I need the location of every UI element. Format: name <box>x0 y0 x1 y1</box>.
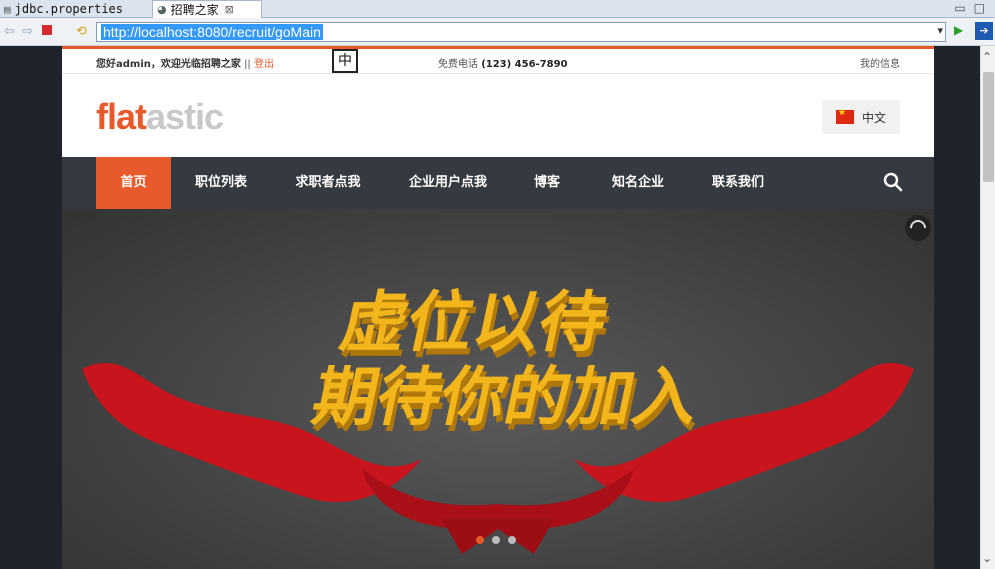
url-bar[interactable]: http://localhost:8080/recruit/goMain ▾ <box>96 22 946 42</box>
web-page: 您好admin，欢迎光临招聘之家 || 登出 中 免费电话 (123) 456-… <box>62 46 934 569</box>
url-text[interactable]: http://localhost:8080/recruit/goMain <box>101 24 323 40</box>
vertical-scrollbar[interactable]: ⌃ ⌄ <box>980 46 995 569</box>
slide-dot-1[interactable] <box>476 536 484 544</box>
back-icon[interactable]: ⇦ <box>4 24 15 39</box>
site-header: flatastic 中文 <box>62 74 934 157</box>
nav-famous-companies[interactable]: 知名企业 <box>602 157 674 209</box>
scroll-down-icon[interactable]: ⌄ <box>982 551 992 565</box>
logo-part-astic: astic <box>146 96 224 137</box>
my-info-link[interactable]: 我的信息 <box>860 55 900 70</box>
nav-enterprise-user[interactable]: 企业用户点我 <box>398 157 498 209</box>
nav-contact-us[interactable]: 联系我们 <box>702 157 774 209</box>
tab-recruit-home[interactable]: ◕ 招聘之家 ⊠ <box>152 0 262 18</box>
close-icon[interactable]: ⊠ <box>225 3 234 16</box>
banner-image: 虚位以待 虚位以待 期待你的加入 期待你的加入 <box>82 284 914 554</box>
nav-job-list[interactable]: 职位列表 <box>180 157 262 209</box>
loading-spinner-icon <box>905 215 931 241</box>
greeting: 您好admin，欢迎光临招聘之家 || 登出 <box>96 55 274 70</box>
file-icon: ▤ <box>4 2 11 16</box>
banner-line2: 期待你的加入 <box>306 361 706 435</box>
greeting-text: 您好admin，欢迎光临招聘之家 <box>96 59 241 70</box>
nav-job-seeker[interactable]: 求职者点我 <box>284 157 372 209</box>
tab-label: jdbc.properties <box>14 2 123 16</box>
forward-icon[interactable]: ⇨ <box>22 24 33 39</box>
phone-info: 免费电话 (123) 456-7890 <box>438 55 568 70</box>
hero-slider: 虚位以待 虚位以待 期待你的加入 期待你的加入 <box>62 209 934 569</box>
browser-toolbar: ⇦ ⇨ ⟲ http://localhost:8080/recruit/goMa… <box>0 18 995 46</box>
logo-part-flat: flat <box>96 96 147 137</box>
stop-icon[interactable] <box>42 25 52 35</box>
tab-label: 招聘之家 <box>170 3 219 17</box>
refresh-icon[interactable]: ⟲ <box>76 24 87 39</box>
separator: || <box>244 59 251 70</box>
external-browser-icon[interactable]: ➔ <box>975 22 993 40</box>
phone-number: (123) 456-7890 <box>481 59 568 70</box>
top-info-bar: 您好admin，欢迎光临招聘之家 || 登出 中 免费电话 (123) 456-… <box>62 49 934 74</box>
nav-blog[interactable]: 博客 <box>524 157 570 209</box>
minimize-icon[interactable]: ▭ <box>954 1 973 15</box>
china-flag-icon <box>835 108 854 124</box>
browser-viewport: 您好admin，欢迎光临招聘之家 || 登出 中 免费电话 (123) 456-… <box>0 46 980 569</box>
editor-tab-bar: ▤ jdbc.properties ◕ 招聘之家 ⊠ ▭□ <box>0 0 995 18</box>
site-logo[interactable]: flatastic <box>96 96 224 138</box>
globe-icon: ◕ <box>157 3 167 16</box>
ime-indicator[interactable]: 中 <box>332 49 358 73</box>
phone-label: 免费电话 <box>438 59 478 70</box>
slide-dot-2[interactable] <box>492 536 500 544</box>
language-label: 中文 <box>861 110 886 125</box>
main-nav: 首页 职位列表 求职者点我 企业用户点我 博客 知名企业 联系我们 <box>62 157 934 209</box>
language-switcher[interactable]: 中文 <box>822 100 900 134</box>
window-controls: ▭□ <box>954 1 993 15</box>
go-icon[interactable]: ▶ <box>954 23 963 37</box>
slide-dot-3[interactable] <box>508 536 516 544</box>
maximize-icon[interactable]: □ <box>974 1 993 15</box>
chevron-down-icon[interactable]: ▾ <box>937 24 943 37</box>
slider-pagination <box>476 536 516 544</box>
scroll-up-icon[interactable]: ⌃ <box>982 50 992 64</box>
logout-link[interactable]: 登出 <box>254 59 274 70</box>
nav-home[interactable]: 首页 <box>96 157 171 209</box>
search-icon[interactable] <box>882 171 904 193</box>
tab-jdbc-properties[interactable]: ▤ jdbc.properties <box>2 0 142 18</box>
scrollbar-thumb[interactable] <box>983 72 994 182</box>
banner-line1: 虚位以待 <box>334 284 614 361</box>
